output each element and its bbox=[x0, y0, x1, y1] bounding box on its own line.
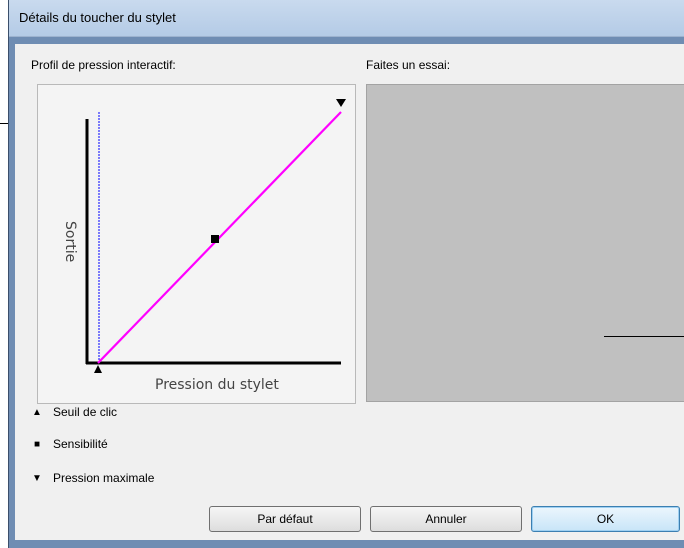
legend-label: Pression maximale bbox=[53, 471, 155, 485]
max-pressure-handle[interactable] bbox=[336, 99, 346, 107]
dialog-window: Détails du toucher du stylet Profil de p… bbox=[8, 0, 684, 548]
legend-label: Seuil de clic bbox=[53, 405, 118, 419]
window-title: Détails du toucher du stylet bbox=[19, 10, 176, 25]
legend-click-threshold: ▲ Seuil de clic bbox=[31, 404, 117, 420]
trial-area[interactable] bbox=[366, 84, 684, 402]
legend-sensitivity: ■ Sensibilité bbox=[31, 436, 108, 452]
sensitivity-handle[interactable] bbox=[211, 235, 219, 243]
pressure-curve-svg: Sortie Pression du stylet bbox=[62, 99, 346, 393]
dialog-client-area: Profil de pression interactif: Faites un… bbox=[15, 44, 684, 540]
pressure-curve bbox=[97, 111, 342, 364]
callout-line-right bbox=[604, 336, 684, 337]
triangle-down-icon: ▼ bbox=[32, 472, 42, 484]
triangle-up-icon: ▲ bbox=[32, 406, 42, 418]
ok-button[interactable]: OK bbox=[531, 506, 680, 532]
square-icon: ■ bbox=[33, 438, 41, 450]
pressure-curve-graph[interactable]: Sortie Pression du stylet bbox=[37, 84, 356, 404]
trial-heading: Faites un essai: bbox=[366, 58, 451, 72]
x-axis-label: Pression du stylet bbox=[155, 377, 279, 393]
cancel-button[interactable]: Annuler bbox=[370, 506, 522, 532]
legend-max-pressure: ▼ Pression maximale bbox=[31, 470, 154, 486]
y-axis-label: Sortie bbox=[62, 221, 78, 262]
click-threshold-handle[interactable] bbox=[94, 365, 102, 373]
pressure-profile-heading: Profil de pression interactif: bbox=[31, 58, 176, 72]
default-button[interactable]: Par défaut bbox=[209, 506, 361, 532]
legend-label: Sensibilité bbox=[53, 437, 108, 451]
title-bar[interactable]: Détails du toucher du stylet bbox=[9, 0, 684, 37]
